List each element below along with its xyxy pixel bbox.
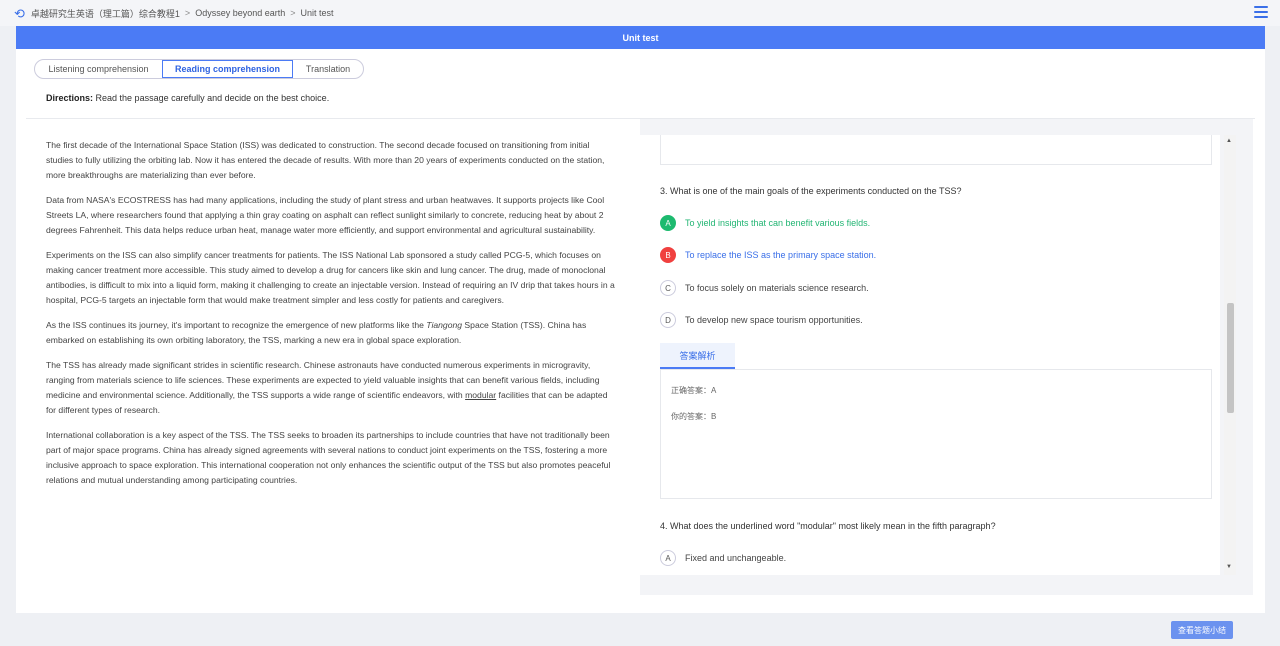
- tab-translation[interactable]: Translation: [293, 60, 363, 78]
- q3-option-b[interactable]: B To replace the ISS as the primary spac…: [660, 247, 876, 263]
- option-letter: D: [660, 312, 676, 328]
- passage-text: As the ISS continues its journey, it's i…: [46, 320, 427, 330]
- option-letter: B: [660, 247, 676, 263]
- option-text: To develop new space tourism opportuniti…: [685, 315, 863, 325]
- breadcrumb-separator: >: [290, 8, 296, 18]
- breadcrumb-course[interactable]: 卓越研究生英语（理工篇）综合教程1: [31, 7, 180, 20]
- passage-paragraph: As the ISS continues its journey, it's i…: [46, 318, 618, 348]
- question-4-text: 4. What does the underlined word "modula…: [660, 521, 996, 531]
- option-text: Fixed and unchangeable.: [685, 553, 787, 563]
- passage-paragraph: Data from NASA's ECOSTRESS has had many …: [46, 195, 605, 235]
- passage-paragraph: The TSS has already made significant str…: [46, 358, 618, 418]
- scroll-down-icon[interactable]: ▼: [1226, 564, 1232, 570]
- scrollbar[interactable]: ▲ ▼: [1224, 135, 1236, 575]
- passage-paragraph: International collaboration is a key asp…: [46, 430, 611, 485]
- page-title: Unit test: [622, 32, 659, 43]
- section-tabs: Listening comprehension Reading comprehe…: [34, 59, 364, 79]
- q3-option-a[interactable]: A To yield insights that can benefit var…: [660, 215, 870, 231]
- correct-answer-line: 正确答案：A: [671, 386, 717, 395]
- tab-listening-comprehension[interactable]: Listening comprehension: [35, 60, 162, 78]
- footer: 查看答题小结: [16, 613, 1265, 646]
- option-text: To focus solely on materials science res…: [685, 283, 869, 293]
- previous-analysis-box: [660, 135, 1212, 165]
- passage-paragraph: The first decade of the International Sp…: [46, 140, 605, 180]
- passage-italic-term: Tiangong: [426, 320, 463, 330]
- top-bar: ⟲ 卓越研究生英语（理工篇）综合教程1 > Odyssey beyond ear…: [0, 0, 1280, 26]
- reading-passage: The first decade of the International Sp…: [46, 138, 618, 498]
- back-icon[interactable]: ⟲: [14, 7, 25, 20]
- question-panel: 3. What is one of the main goals of the …: [640, 119, 1253, 595]
- directions-text: Read the passage carefully and decide on…: [95, 93, 330, 103]
- tab-answer-analysis[interactable]: 答案解析: [660, 343, 735, 369]
- breadcrumb-unit[interactable]: Odyssey beyond earth: [195, 8, 285, 18]
- menu-icon[interactable]: [1254, 6, 1268, 18]
- q3-option-c[interactable]: C To focus solely on materials science r…: [660, 280, 869, 296]
- directions: Directions: Read the passage carefully a…: [46, 93, 329, 103]
- option-text: To yield insights that can benefit vario…: [685, 218, 871, 228]
- q3-option-d[interactable]: D To develop new space tourism opportuni…: [660, 312, 863, 328]
- breadcrumb-separator: >: [184, 8, 191, 18]
- scrollbar-thumb[interactable]: [1227, 303, 1234, 413]
- your-answer-line: 你的答案：B: [671, 412, 717, 421]
- passage-paragraph: Experiments on the ISS can also simplify…: [46, 250, 615, 305]
- underlined-word: modular: [465, 390, 497, 400]
- option-letter: A: [660, 215, 676, 231]
- question-3-text: 3. What is one of the main goals of the …: [660, 186, 962, 196]
- tab-reading-comprehension[interactable]: Reading comprehension: [162, 60, 293, 78]
- option-letter: A: [660, 550, 676, 566]
- directions-label: Directions:: [46, 93, 94, 103]
- scroll-up-icon[interactable]: ▲: [1226, 138, 1232, 144]
- page-title-bar: Unit test: [16, 26, 1265, 49]
- option-letter: C: [660, 280, 676, 296]
- q4-option-a[interactable]: A Fixed and unchangeable.: [660, 550, 786, 566]
- answer-analysis-box: 正确答案：A 你的答案：B: [660, 369, 1212, 499]
- breadcrumb-page: Unit test: [300, 8, 334, 18]
- question-scroll-area[interactable]: 3. What is one of the main goals of the …: [640, 135, 1220, 575]
- option-text: To replace the ISS as the primary space …: [685, 250, 877, 260]
- content-card: Listening comprehension Reading comprehe…: [16, 49, 1265, 613]
- view-summary-button[interactable]: 查看答题小结: [1171, 621, 1233, 639]
